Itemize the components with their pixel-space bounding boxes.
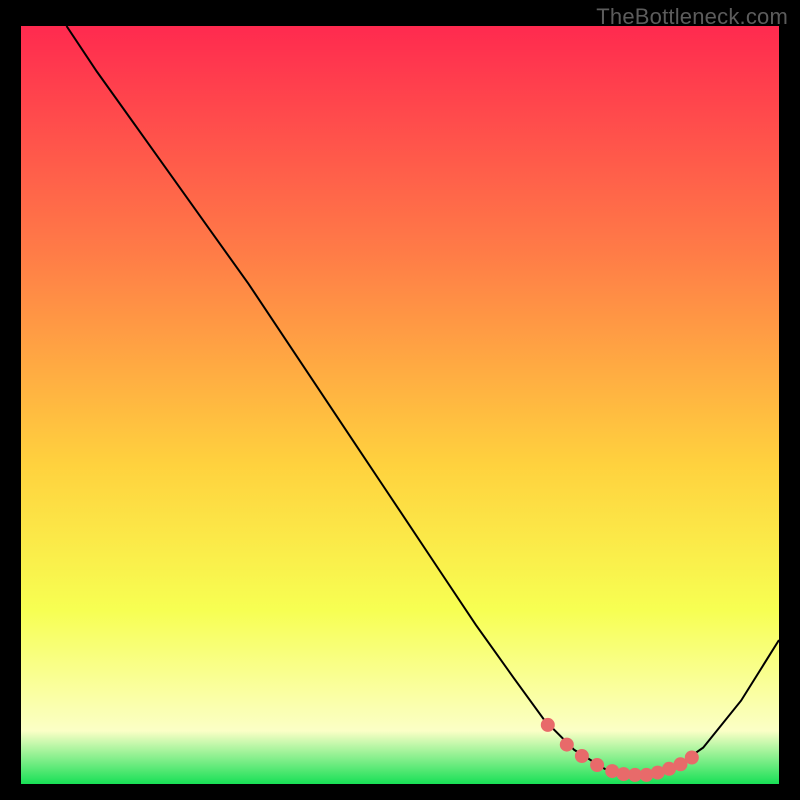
gradient-plot-svg xyxy=(21,26,779,784)
marker-dot xyxy=(541,718,555,732)
marker-dot xyxy=(560,738,574,752)
gradient-background xyxy=(21,26,779,784)
marker-dot xyxy=(575,749,589,763)
marker-dot xyxy=(590,758,604,772)
plot-area xyxy=(21,26,779,784)
chart-frame: TheBottleneck.com xyxy=(0,0,800,800)
marker-dot xyxy=(685,751,699,765)
